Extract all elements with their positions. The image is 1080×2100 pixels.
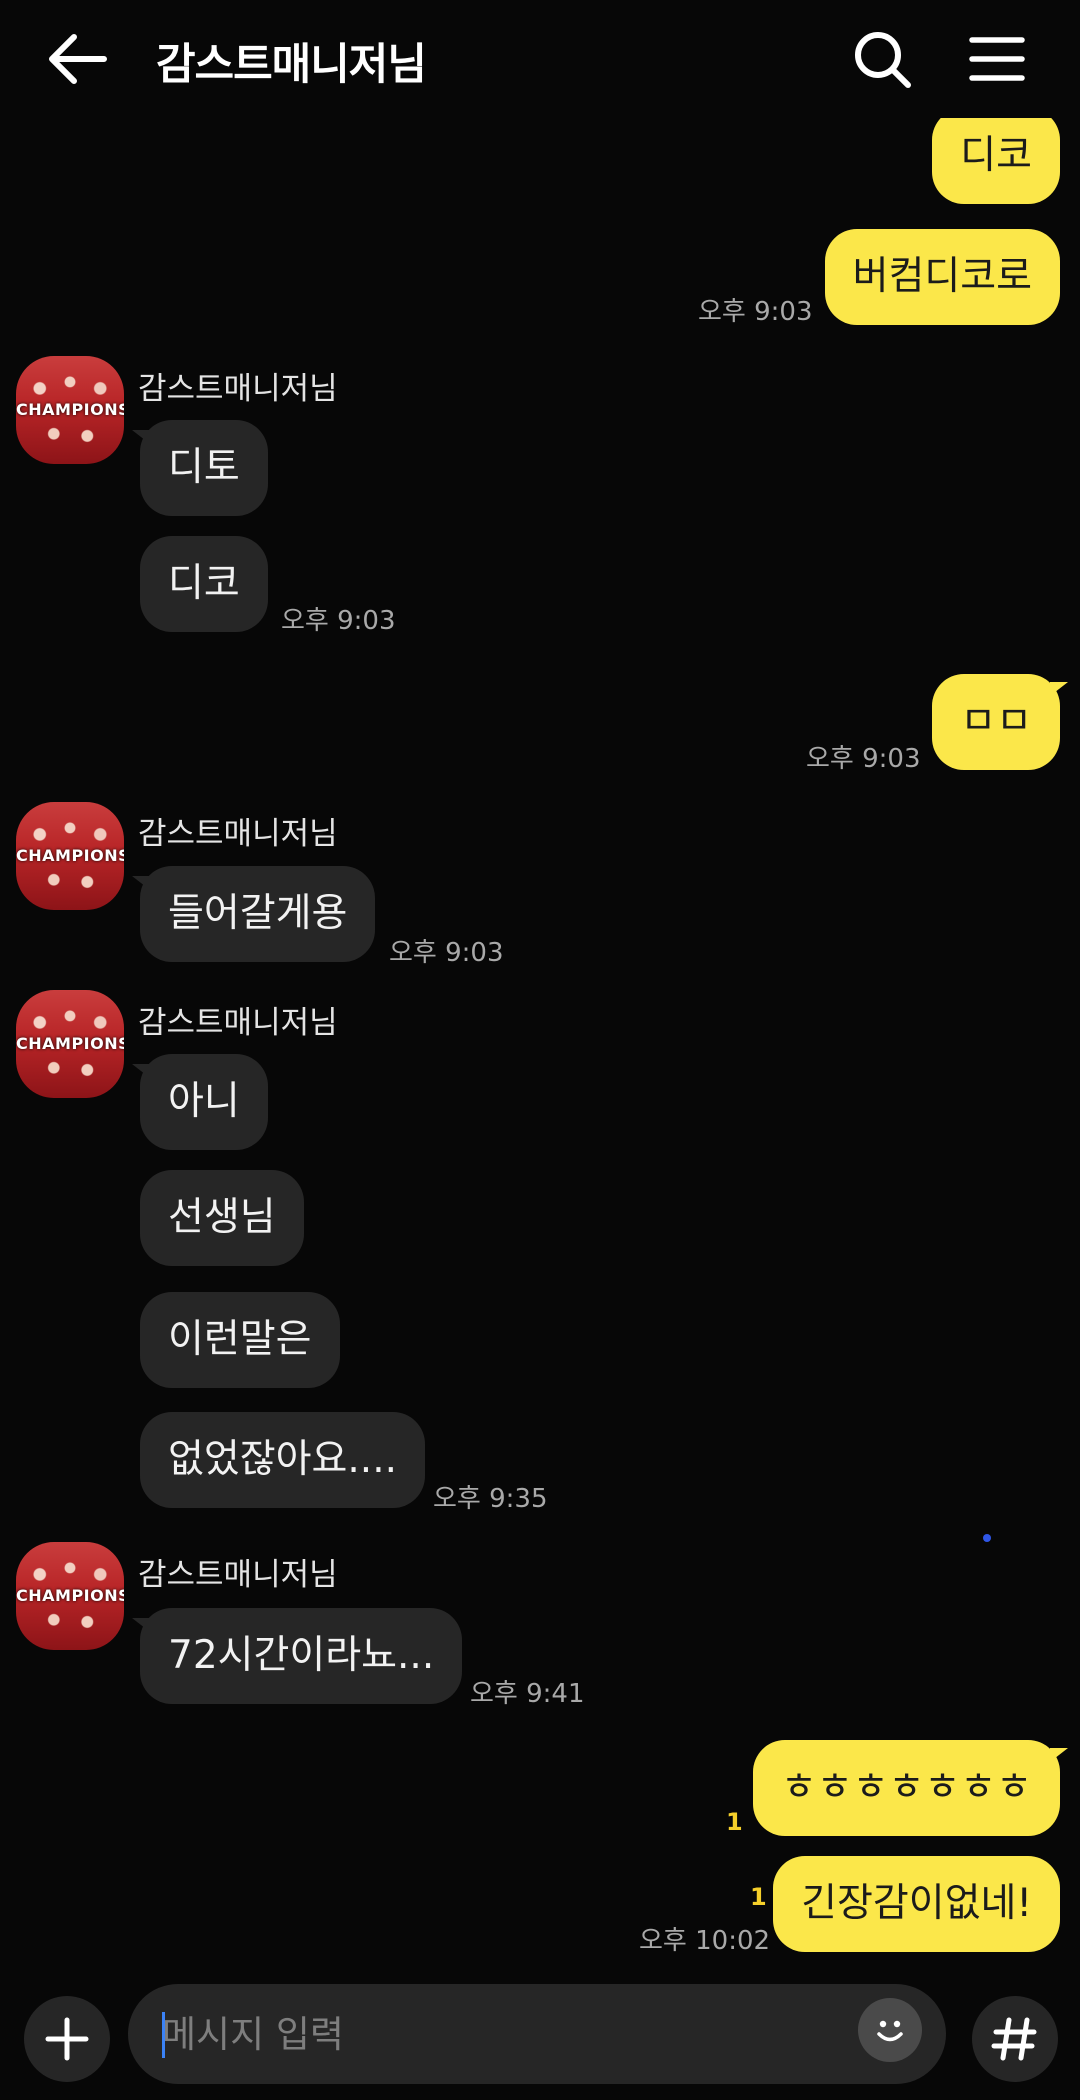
message-bubble-outgoing[interactable]: 긴장감이없네! <box>773 1856 1060 1952</box>
message-bubble-incoming[interactable]: 들어갈게용 <box>131 866 376 962</box>
message-input[interactable] <box>128 1984 946 2084</box>
hashtag-button[interactable] <box>972 1996 1058 2082</box>
emoji-icon <box>877 2020 903 2042</box>
message-text: 디코 <box>168 561 240 606</box>
message-text: 들어갈게용 <box>168 891 348 936</box>
message-text: ㅎㅎㅎㅎㅎㅎㅎ <box>780 1765 1032 1810</box>
message-time: 오후 9:41 <box>470 1679 585 1709</box>
message-text: 디토 <box>168 445 240 490</box>
sender-name: 감스트매니저님 <box>138 1557 338 1593</box>
unread-count: 1 <box>750 1883 767 1911</box>
message-bubble-incoming[interactable]: 디토 <box>132 420 268 516</box>
message-bubble-incoming[interactable]: 없었잖아요.... <box>140 1412 425 1508</box>
unread-count: 1 <box>726 1808 743 1836</box>
avatar-text: CHAMPIONS <box>16 400 124 419</box>
message-text: 선생님 <box>168 1195 276 1240</box>
hash-icon <box>991 2017 1037 2061</box>
message-bubble-incoming[interactable]: 디코 <box>140 536 268 632</box>
search-button[interactable] <box>850 28 916 90</box>
message-time: 오후 10:02 <box>639 1926 771 1956</box>
sender-name: 감스트매니저님 <box>138 1005 338 1041</box>
message-text: 이런말은 <box>168 1317 312 1362</box>
chat-header: 감스트매니저님 <box>0 0 1080 118</box>
message-text: ㅁㅁ <box>960 699 1032 744</box>
message-time: 오후 9:03 <box>806 744 921 774</box>
message-bubble-incoming[interactable]: 선생님 <box>140 1170 304 1266</box>
message-time: 오후 9:03 <box>698 297 813 327</box>
sender-name: 감스트매니저님 <box>138 371 338 407</box>
message-bubble-outgoing[interactable]: 버컴디코로 <box>824 229 1060 325</box>
search-icon <box>855 32 911 88</box>
avatar[interactable]: CHAMPIONS <box>16 802 124 910</box>
plus-icon <box>45 2017 89 2061</box>
chat-title: 감스트매니저님 <box>156 40 427 90</box>
arrow-left-icon <box>49 34 107 84</box>
message-bubble-outgoing[interactable]: ㅎㅎㅎㅎㅎㅎㅎ <box>752 1740 1069 1836</box>
avatar-text: CHAMPIONS <box>16 846 124 865</box>
message-text: 긴장감이없네! <box>801 1881 1032 1926</box>
message-bubble-incoming[interactable]: 이런말은 <box>140 1292 340 1388</box>
message-text: 디코 <box>960 133 1032 178</box>
avatar[interactable]: CHAMPIONS <box>16 356 124 464</box>
message-time: 오후 9:03 <box>389 938 504 968</box>
new-message-dot <box>983 1534 991 1542</box>
avatar-text: CHAMPIONS <box>16 1586 124 1605</box>
message-text: 아니 <box>168 1079 240 1124</box>
menu-button[interactable] <box>964 28 1030 90</box>
message-bubble-outgoing[interactable]: ㅁㅁ <box>932 674 1068 770</box>
avatar[interactable]: CHAMPIONS <box>16 990 124 1098</box>
message-text: 없었잖아요.... <box>168 1437 397 1482</box>
message-text: 버컴디코로 <box>852 254 1032 299</box>
hamburger-menu-icon <box>969 37 1025 81</box>
avatar[interactable]: CHAMPIONS <box>16 1542 124 1650</box>
message-bubble-incoming[interactable]: 아니 <box>132 1054 268 1150</box>
message-bubble-incoming[interactable]: 72시간이라뇨... <box>131 1608 463 1704</box>
message-bubble-outgoing[interactable]: 디코 <box>932 118 1060 204</box>
emoji-button[interactable] <box>858 1998 922 2062</box>
message-time: 오후 9:35 <box>433 1484 548 1514</box>
back-button[interactable] <box>44 28 114 90</box>
message-text: 72시간이라뇨... <box>168 1633 435 1678</box>
message-list[interactable]: 디코 버컴디코로 오후 9:03 CHAMPIONS 감스트매니저님 디토 디코… <box>0 118 1080 1978</box>
attach-button[interactable] <box>24 1996 110 2082</box>
avatar-text: CHAMPIONS <box>16 1034 124 1053</box>
text-cursor <box>162 2012 165 2058</box>
message-time: 오후 9:03 <box>281 606 396 636</box>
sender-name: 감스트매니저님 <box>138 816 338 852</box>
input-bar <box>0 1978 1080 2100</box>
